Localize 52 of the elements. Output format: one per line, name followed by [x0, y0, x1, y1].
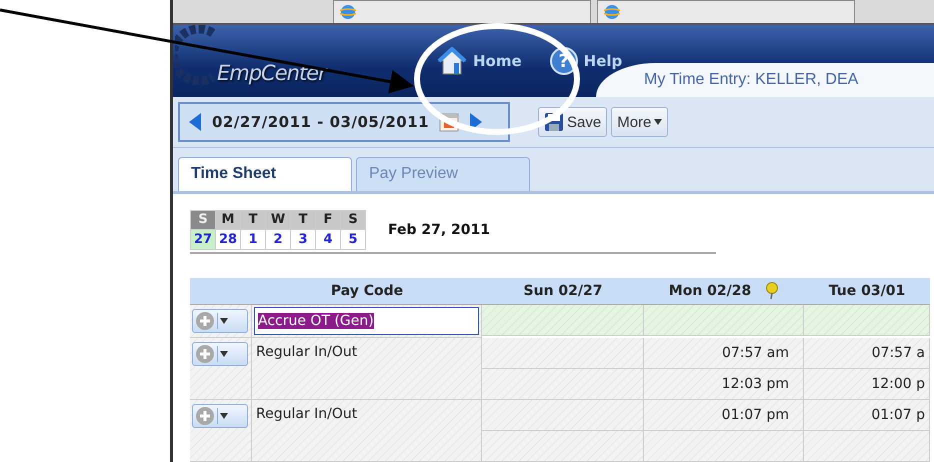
selected-date: Feb 27, 2011 — [388, 222, 490, 238]
day-link[interactable]: 3 — [291, 230, 315, 249]
pushpin-icon — [765, 282, 780, 300]
day-link[interactable]: 5 — [341, 230, 365, 249]
globe-icon — [340, 4, 356, 20]
pay-code-input[interactable]: Accrue OT (Gen) — [254, 306, 479, 335]
pay-code: Regular In/Out — [256, 406, 358, 422]
plus-icon — [195, 344, 215, 364]
weekday-label: M — [216, 210, 240, 229]
tab[interactable]: Time Sheet — [178, 156, 352, 191]
logo-text: EmpCenter — [217, 61, 326, 86]
column-header: Tue 03/01 — [828, 282, 906, 299]
day-link[interactable]: 27 — [191, 230, 215, 249]
caret-icon — [220, 318, 228, 324]
day-link[interactable]: 28 — [216, 230, 240, 249]
house-icon — [437, 47, 467, 76]
pay-code: Regular In/Out — [256, 344, 358, 360]
add-row-button[interactable] — [192, 404, 248, 428]
time-cell: 12:03 pm — [644, 368, 804, 400]
time-cell: 12:00 p — [804, 368, 930, 400]
date-range: 02/27/2011 - 03/05/2011 — [212, 113, 430, 132]
weekday-label: F — [316, 210, 340, 229]
toolbar-button[interactable]: More — [611, 107, 668, 138]
add-row-button[interactable] — [192, 342, 248, 366]
nav-link[interactable]: Home — [437, 47, 522, 76]
browser-tab[interactable] — [333, 0, 591, 24]
caret-icon — [220, 412, 228, 419]
column-header: Mon 02/28 — [668, 282, 752, 299]
time-cell: 01:07 pm — [644, 400, 804, 431]
toolbar-button[interactable]: Save — [538, 107, 608, 138]
day-link[interactable]: 4 — [316, 230, 340, 249]
weekday-label: T — [291, 210, 315, 229]
plus-icon — [195, 406, 215, 426]
time-cell: 01:07 p — [804, 400, 930, 431]
day-link[interactable]: 2 — [266, 230, 290, 249]
plus-icon — [195, 310, 215, 331]
previous-arrow-icon[interactable] — [188, 112, 202, 132]
time-cell: 07:57 am — [644, 338, 804, 369]
weekday-label: W — [266, 210, 290, 229]
time-cell: 07:57 a — [804, 338, 930, 369]
caret-icon — [220, 350, 228, 357]
column-header: Sun 02/27 — [524, 282, 602, 299]
weekday-label: S — [191, 210, 215, 229]
column-header: Pay Code — [330, 282, 404, 299]
weekday-label: T — [241, 210, 265, 229]
globe-icon — [604, 4, 620, 20]
day-link[interactable]: 1 — [241, 230, 265, 249]
dropdown-caret-icon — [654, 119, 662, 126]
gear-icon — [175, 25, 215, 86]
weekday-label: S — [341, 210, 365, 229]
add-row-button[interactable] — [192, 308, 248, 333]
browser-tab[interactable] — [597, 0, 855, 24]
